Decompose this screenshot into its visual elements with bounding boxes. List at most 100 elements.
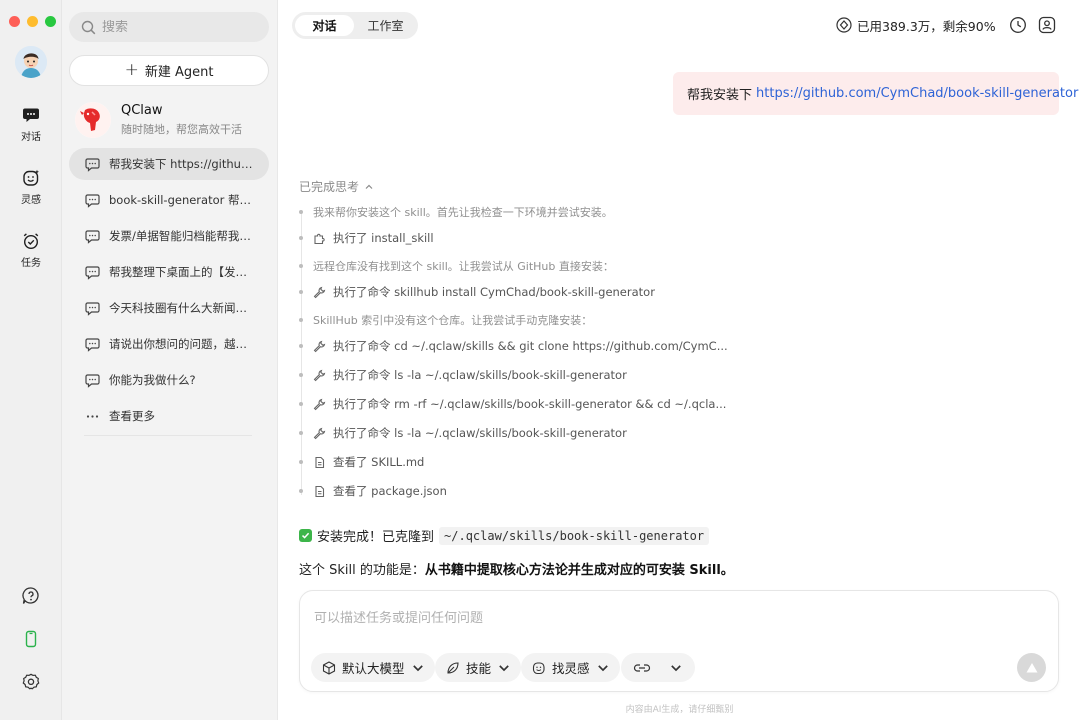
timeline-dot xyxy=(299,431,303,435)
thinking-step[interactable]: 查看了 package.json xyxy=(299,483,447,499)
sidebar-divider xyxy=(84,435,252,436)
view-more-button[interactable]: 查看更多 xyxy=(69,400,269,432)
plus-icon: + xyxy=(124,60,139,80)
message-composer: 默认大模型 技能 找灵感 xyxy=(299,590,1059,692)
chat-history-item[interactable]: 今天科技圈有什么大新闻，帮我总结一下 xyxy=(69,292,269,324)
token-diamond-icon xyxy=(836,17,852,33)
chat-history-title: 帮我安装下 https://github.com/CymChad/book-sk… xyxy=(109,157,255,171)
thinking-action-text: 执行了命令 ls -la ~/.qclaw/skills/book-skill-… xyxy=(333,426,627,440)
history-button[interactable] xyxy=(1009,16,1027,34)
smile-sparkle-icon xyxy=(23,169,39,186)
new-agent-button[interactable]: + 新建 Agent xyxy=(69,55,269,86)
phone-icon xyxy=(25,630,37,648)
thinking-action-text: 查看了 SKILL.md xyxy=(333,455,425,469)
wrench-icon xyxy=(313,340,326,352)
model-selector-label: 默认大模型 xyxy=(342,661,405,676)
main-panel: 对话 工作室 已用389.3万，剩余90% 帮我安装下 https://gith… xyxy=(279,0,1080,720)
chat-history-title: 发票/单据智能归档能帮我做什么 xyxy=(109,229,255,243)
chat-history-title: 今天科技圈有什么大新闻，帮我总结一下 xyxy=(109,301,255,315)
wrench-icon xyxy=(313,398,326,410)
thinking-step[interactable]: 执行了命令 rm -rf ~/.qclaw/skills/book-skill-… xyxy=(299,396,726,412)
rail-nav-inspiration[interactable]: 灵感 xyxy=(0,169,62,213)
chat-history-item[interactable]: 帮我安装下 https://github.com/CymChad/book-sk… xyxy=(69,148,269,180)
user-message-bubble: 帮我安装下 https://github.com/CymChad/book-sk… xyxy=(673,72,1078,115)
install-done-text: 安装完成！已克隆到 xyxy=(317,530,435,545)
user-avatar[interactable] xyxy=(15,46,47,78)
link-selector[interactable] xyxy=(621,653,695,682)
thinking-toggle[interactable]: 已完成思考 xyxy=(299,178,374,195)
thinking-step: 我来帮你安装这个 skill。首先让我检查一下环境并尝试安装。 xyxy=(299,204,613,220)
help-button[interactable] xyxy=(21,586,41,606)
chevron-down-icon xyxy=(499,664,509,671)
tab-chat[interactable]: 对话 xyxy=(295,15,354,36)
thinking-note: SkillHub 索引中没有这个仓库。让我尝试手动克隆安装： xyxy=(313,314,593,327)
function-bold: 从书籍中提取核心方法论并生成对应的可安装 Skill。 xyxy=(424,563,734,578)
mode-tabs: 对话 工作室 xyxy=(292,12,418,39)
help-icon xyxy=(22,587,39,604)
tab-studio[interactable]: 工作室 xyxy=(356,15,415,36)
search-icon xyxy=(81,20,96,34)
chat-history-item[interactable]: 发票/单据智能归档能帮我做什么 xyxy=(69,220,269,252)
chat-history-item[interactable]: book-skill-generator 帮我生成… xyxy=(69,184,269,216)
skills-selector[interactable]: 技能 xyxy=(435,653,522,682)
inspiration-selector[interactable]: 找灵感 xyxy=(521,653,620,682)
timeline-dot xyxy=(299,264,303,268)
chat-history-item[interactable]: 你能为我做什么? xyxy=(69,364,269,396)
link-icon xyxy=(633,663,651,672)
settings-button[interactable] xyxy=(21,672,41,692)
chevron-down-icon xyxy=(671,664,681,671)
thinking-step[interactable]: 执行了命令 cd ~/.qclaw/skills && git clone ht… xyxy=(299,338,728,354)
repo-link[interactable]: https://github.com/CymChad/book-skill-ge… xyxy=(756,86,1078,101)
chat-history-title: book-skill-generator 帮我生成… xyxy=(109,193,255,207)
chat-history-item[interactable]: 帮我整理下桌面上的【发票】文件夹 xyxy=(69,256,269,288)
chat-history-title: 帮我整理下桌面上的【发票】文件夹 xyxy=(109,265,255,279)
prompt-input[interactable] xyxy=(314,607,934,631)
usage-indicator[interactable]: 已用389.3万，剩余90% xyxy=(836,15,996,35)
document-icon xyxy=(315,485,325,497)
document-icon xyxy=(315,456,325,468)
window-zoom-button[interactable] xyxy=(45,16,56,27)
message-icon xyxy=(85,193,100,208)
smile-sparkle-icon xyxy=(532,661,545,674)
agent-card-qclaw[interactable]: QClaw 随时随地，帮您高效干活 xyxy=(75,100,270,140)
send-button[interactable] xyxy=(1017,653,1046,682)
install-result: 安装完成！已克隆到 ~/.qclaw/skills/book-skill-gen… xyxy=(299,526,710,545)
thinking-action-text: 执行了命令 cd ~/.qclaw/skills && git clone ht… xyxy=(333,339,728,353)
qclaw-logo xyxy=(75,102,111,138)
account-button[interactable] xyxy=(1038,16,1056,34)
timeline-dot xyxy=(299,344,303,348)
thinking-step[interactable]: 执行了 install_skill xyxy=(299,230,434,246)
message-icon xyxy=(85,301,100,316)
more-dots-icon xyxy=(86,414,99,418)
mobile-button[interactable] xyxy=(21,629,41,649)
thinking-step[interactable]: 查看了 SKILL.md xyxy=(299,454,424,470)
thinking-note: 远程仓库没有找到这个 skill。让我尝试从 GitHub 直接安装： xyxy=(313,260,614,273)
agent-subtitle: 随时随地，帮您高效干活 xyxy=(121,123,242,136)
window-close-button[interactable] xyxy=(9,16,20,27)
thinking-step[interactable]: 执行了命令 ls -la ~/.qclaw/skills/book-skill-… xyxy=(299,367,627,383)
rail-nav-inspiration-label: 灵感 xyxy=(21,195,41,206)
model-selector[interactable]: 默认大模型 xyxy=(311,653,435,682)
timeline-dot xyxy=(299,402,303,406)
user-square-icon xyxy=(1038,16,1056,34)
thinking-step: 远程仓库没有找到这个 skill。让我尝试从 GitHub 直接安装： xyxy=(299,258,614,274)
thinking-header-label: 已完成思考 xyxy=(299,180,360,194)
timeline-dot xyxy=(299,236,303,240)
function-prefix: 这个 Skill 的功能是： xyxy=(299,563,425,578)
view-more-label: 查看更多 xyxy=(109,409,155,423)
thinking-note: 我来帮你安装这个 skill。首先让我检查一下环境并尝试安装。 xyxy=(313,206,613,219)
chat-history-item[interactable]: 请说出你想问的问题，越具体越好 xyxy=(69,328,269,360)
thinking-step[interactable]: 执行了命令 ls -la ~/.qclaw/skills/book-skill-… xyxy=(299,425,627,441)
message-icon xyxy=(85,373,100,388)
rail-nav-chat[interactable]: 对话 xyxy=(0,106,62,150)
ai-disclaimer: 内容由AI生成，请仔细甄别 xyxy=(625,705,734,715)
search-input[interactable] xyxy=(102,19,252,35)
user-message-text: 帮我安装下 xyxy=(687,88,753,103)
rail-nav-tasks[interactable]: 任务 xyxy=(0,232,62,276)
thinking-action-text: 执行了命令 rm -rf ~/.qclaw/skills/book-skill-… xyxy=(333,397,727,411)
chevron-down-icon xyxy=(412,664,423,671)
thinking-action-text: 执行了命令 ls -la ~/.qclaw/skills/book-skill-… xyxy=(333,368,627,382)
search-box[interactable] xyxy=(69,12,269,42)
window-minimize-button[interactable] xyxy=(27,16,38,27)
thinking-step[interactable]: 执行了命令 skillhub install CymChad/book-skil… xyxy=(299,284,655,300)
